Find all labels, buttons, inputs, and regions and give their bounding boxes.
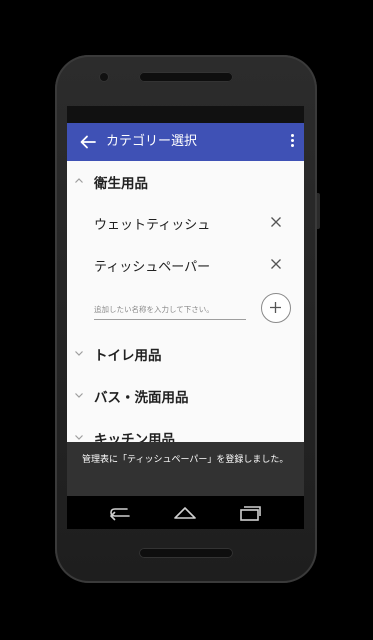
chevron-down-icon: [75, 435, 83, 440]
close-icon[interactable]: [269, 257, 283, 271]
category-label: 衛生用品: [94, 176, 148, 192]
phone-side-button: [317, 193, 320, 229]
category-label: バス・洗面用品: [94, 390, 189, 406]
nav-home-icon[interactable]: [172, 503, 198, 523]
add-item-field-wrapper: [94, 293, 246, 325]
list-item: ウェットティッシュ: [67, 203, 304, 243]
category-list: 衛生用品 ウェットティッシュ ティッシュペーパー 追加したい名称を入力して下さい…: [67, 161, 304, 442]
status-bar: [67, 106, 304, 123]
category-header-kitchen[interactable]: キッチン用品: [67, 417, 304, 442]
close-icon[interactable]: [269, 215, 283, 229]
item-label: ウェットティッシュ: [94, 218, 211, 233]
item-label: ティッシュペーパー: [94, 260, 211, 275]
snackbar-message: 管理表に「ティッシュペーパー」を登録しました。: [82, 455, 289, 465]
chevron-up-icon: [75, 178, 83, 183]
category-label: キッチン用品: [94, 432, 175, 442]
category-header-bath[interactable]: バス・洗面用品: [67, 375, 304, 415]
add-item-button[interactable]: [261, 293, 291, 323]
nav-recents-icon[interactable]: [237, 503, 263, 523]
navigation-bar: [67, 496, 304, 529]
bottom-speaker: [139, 548, 233, 558]
more-vert-icon[interactable]: [286, 132, 298, 152]
device-screen: カテゴリー選択 衛生用品 ウェットティッシュ ティッシュペーパー 追加したい名称…: [67, 106, 304, 529]
app-bar: カテゴリー選択: [67, 123, 304, 161]
chevron-down-icon: [75, 351, 83, 356]
plus-icon: [270, 302, 281, 313]
chevron-down-icon: [75, 393, 83, 398]
page-title: カテゴリー選択: [106, 134, 198, 149]
category-header-hygiene[interactable]: 衛生用品: [67, 161, 304, 201]
nav-back-icon[interactable]: [107, 503, 133, 523]
top-speaker: [139, 72, 233, 82]
category-header-toilet[interactable]: トイレ用品: [67, 333, 304, 373]
arrow-back-icon[interactable]: [77, 131, 99, 153]
snackbar: 管理表に「ティッシュペーパー」を登録しました。: [67, 442, 304, 496]
front-camera: [100, 73, 108, 81]
list-item: ティッシュペーパー: [67, 245, 304, 285]
add-item-input[interactable]: [94, 299, 246, 320]
category-label: トイレ用品: [94, 348, 162, 364]
